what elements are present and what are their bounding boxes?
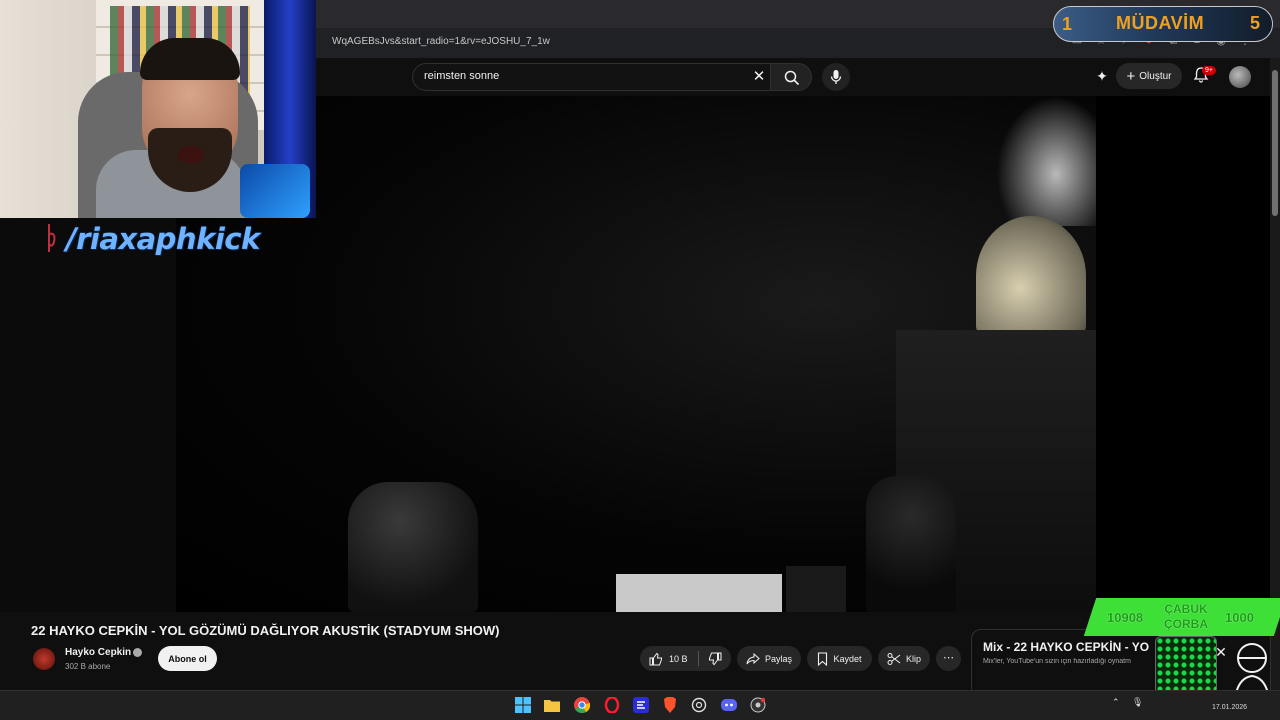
chatgpt-icon[interactable]	[689, 695, 709, 715]
thumbs-up-icon	[649, 652, 662, 665]
mouth-shape	[178, 146, 204, 164]
clear-search-icon[interactable]: ✕	[751, 67, 767, 85]
streamer-webcam	[0, 0, 316, 218]
scrollbar-thumb[interactable]	[1272, 70, 1278, 216]
address-bar-url[interactable]: WqAGEBsJvs&start_radio=1&rv=eJOSHU_7_1w	[332, 36, 550, 47]
loyalty-left-value: 1	[1062, 14, 1073, 34]
discord-icon[interactable]	[719, 695, 739, 715]
chat-goal-label: ÇABUK ÇORBA	[1164, 602, 1208, 631]
bookmark-icon	[818, 651, 828, 666]
notification-badge: 9+	[1202, 66, 1216, 75]
share-button[interactable]: Paylaş	[737, 646, 801, 671]
clip-button[interactable]: Klip	[878, 646, 930, 671]
share-label: Paylaş	[764, 653, 792, 664]
save-label: Kaydet	[833, 653, 862, 664]
plus-icon: +	[1126, 67, 1136, 85]
subscriber-count: 302 B abone	[65, 662, 111, 671]
microphone-icon	[830, 70, 842, 84]
app-icon[interactable]	[631, 695, 651, 715]
taskbar-date[interactable]: 17.01.2026	[1212, 704, 1247, 711]
search-query[interactable]: reimsten sonne	[424, 70, 499, 82]
scissors-icon	[887, 652, 901, 665]
chat-goal-right-count: 1000	[1225, 610, 1254, 625]
kick-logo-icon	[48, 224, 56, 252]
tray-microphone-icon[interactable]: 🎙	[1132, 697, 1143, 708]
loyalty-title: MÜDAVİM	[1116, 13, 1205, 33]
subscribe-button[interactable]: Abone ol	[158, 646, 217, 671]
stage-light-shape	[866, 476, 956, 612]
video-right-margin	[1096, 96, 1270, 612]
voice-search-button[interactable]	[822, 63, 850, 91]
share-icon	[746, 652, 760, 664]
equipment-box-shape	[616, 574, 782, 612]
chat-goal-left-count: 10908	[1107, 610, 1144, 625]
avatar[interactable]	[1229, 66, 1251, 88]
channel-avatar[interactable]	[33, 648, 55, 670]
windows-start-icon[interactable]	[513, 695, 533, 715]
mix-subtitle: Mix'ler, YouTube'un sizin için hazırladı…	[983, 658, 1131, 665]
opera-icon[interactable]	[602, 695, 622, 715]
tray-chevron-up-icon[interactable]: ⌃	[1112, 697, 1120, 708]
hair-shape	[140, 38, 240, 80]
brave-icon[interactable]	[660, 695, 680, 715]
mix-title: Mix - 22 HAYKO CEPKİN - YO	[983, 640, 1150, 654]
channel-name[interactable]: Hayko Cepkin	[65, 647, 131, 658]
more-actions-button[interactable]: ⋯	[936, 646, 961, 671]
save-button[interactable]: Kaydet	[807, 646, 872, 671]
equipment-box-shape	[786, 566, 846, 612]
stage-light-shape	[348, 482, 478, 612]
verified-badge-icon	[133, 648, 142, 657]
create-label: Oluştur	[1139, 70, 1172, 82]
dislike-button[interactable]	[699, 646, 731, 671]
loyalty-right-value: 5	[1250, 13, 1261, 33]
like-button[interactable]: 10 B	[640, 646, 698, 671]
search-button[interactable]	[770, 63, 812, 91]
sparkle-icon[interactable]: ✦	[1092, 66, 1112, 86]
chrome-icon[interactable]	[572, 695, 592, 715]
microphone-shape	[240, 164, 310, 218]
drum-shape	[976, 216, 1086, 336]
cymbal-shape	[996, 96, 1096, 226]
file-explorer-icon[interactable]	[542, 695, 562, 715]
clip-label: Klip	[905, 653, 921, 664]
obs-icon[interactable]	[748, 695, 768, 715]
thumbs-down-icon	[709, 652, 722, 665]
search-icon	[784, 70, 800, 86]
like-count: 10 B	[669, 653, 688, 664]
create-button[interactable]: + Oluştur	[1116, 63, 1182, 89]
kick-handle-text: /riaxaphkick	[66, 222, 260, 256]
video-title: 22 HAYKO CEPKİN - YOL GÖZÜMÜ DAĞLIYOR AK…	[31, 623, 500, 638]
